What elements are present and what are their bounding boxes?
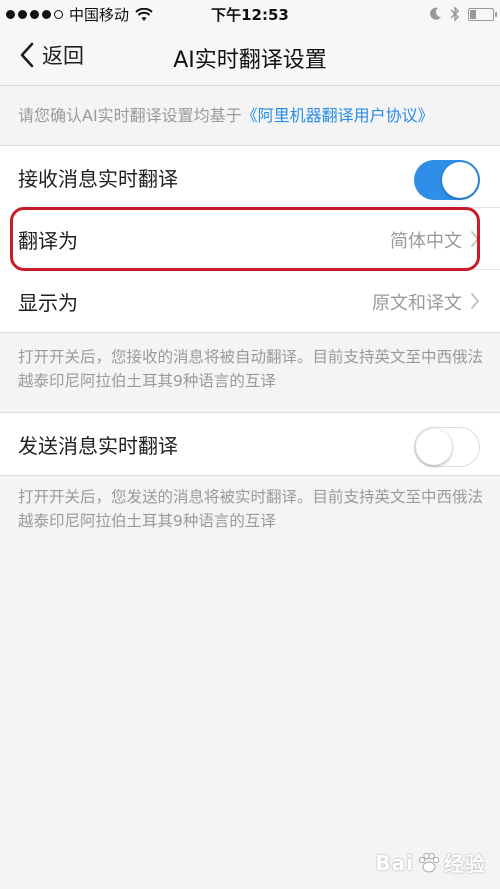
display-as-row[interactable]: 显示为 原文和译文 xyxy=(0,270,500,332)
navigation-bar: 返回 AI实时翻译设置 xyxy=(0,28,500,86)
battery-icon xyxy=(468,7,497,21)
display-as-value: 原文和译文 xyxy=(372,293,462,314)
status-right xyxy=(428,6,497,22)
send-translate-label: 发送消息实时翻译 xyxy=(18,434,178,458)
translate-to-label: 翻译为 xyxy=(18,229,78,253)
receive-translate-toggle[interactable] xyxy=(414,160,480,200)
status-bar: 中国移动 下午12:53 xyxy=(0,0,500,28)
send-translate-toggle[interactable] xyxy=(414,427,480,467)
translate-to-row[interactable]: 翻译为 简体中文 xyxy=(0,208,500,270)
notice-text: 请您确认AI实时翻译设置均基于 xyxy=(18,106,242,125)
watermark-suffix: 经验 xyxy=(444,852,486,876)
receive-translate-row: 接收消息实时翻译 xyxy=(0,146,500,208)
translate-to-value: 简体中文 xyxy=(390,231,462,252)
chevron-right-icon xyxy=(471,293,479,309)
chevron-right-icon xyxy=(471,231,479,247)
send-settings-group: 发送消息实时翻译 xyxy=(0,412,500,476)
receive-description: 打开开关后，您接收的消息将被自动翻译。目前支持英文至中西俄法越泰印尼阿拉伯土耳其… xyxy=(18,348,484,390)
display-as-label: 显示为 xyxy=(18,291,78,315)
bluetooth-icon xyxy=(450,6,460,22)
baidu-watermark: Bai 经验 xyxy=(375,848,486,877)
status-time: 下午12:53 xyxy=(211,6,289,24)
send-translate-row: 发送消息实时翻译 xyxy=(0,413,500,475)
send-description: 打开开关后，您发送的消息将被实时翻译。目前支持英文至中西俄法越泰印尼阿拉伯土耳其… xyxy=(18,488,484,530)
toggle-knob xyxy=(416,429,452,465)
moon-icon xyxy=(430,7,441,20)
watermark-prefix: Bai xyxy=(375,850,414,875)
receive-settings-group: 接收消息实时翻译 翻译为 简体中文 显示为 原文和译文 xyxy=(0,145,500,333)
page-title: AI实时翻译设置 xyxy=(173,48,327,73)
toggle-knob xyxy=(442,162,478,198)
agreement-link[interactable]: 《阿里机器翻译用户协议》 xyxy=(242,106,434,125)
paw-icon xyxy=(418,852,440,872)
agreement-notice: 请您确认AI实时翻译设置均基于《阿里机器翻译用户协议》 xyxy=(0,86,500,140)
receive-translate-label: 接收消息实时翻译 xyxy=(18,167,178,191)
